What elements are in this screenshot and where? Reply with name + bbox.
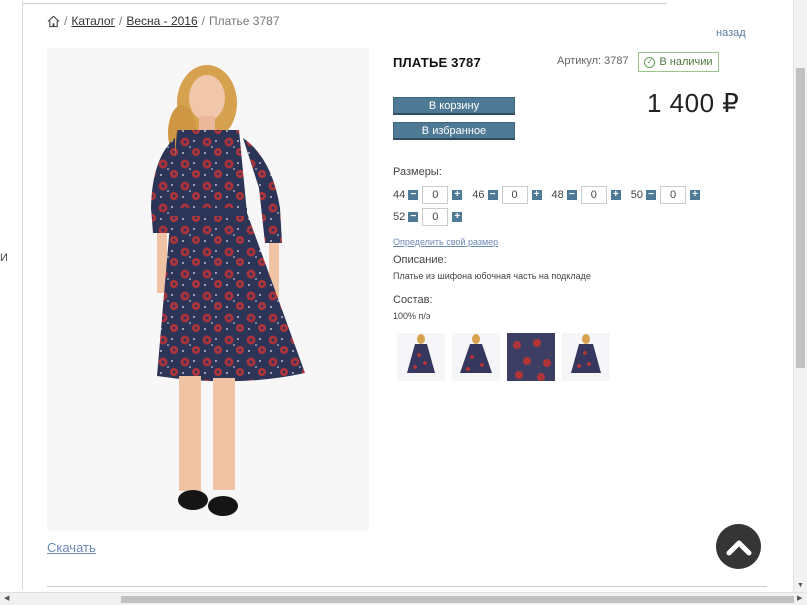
thumbnail-strip — [397, 333, 610, 381]
quantity-input[interactable]: 0 — [660, 186, 686, 204]
breadcrumb-separator: / — [201, 14, 205, 28]
left-border — [22, 0, 23, 590]
product-title: ПЛАТЬЕ 3787 — [393, 55, 481, 70]
thumbnail-illustration — [460, 334, 492, 373]
description-label: Описание: — [393, 254, 447, 266]
breadcrumb-current: Платье 3787 — [209, 14, 280, 28]
plus-button[interactable]: + — [531, 190, 542, 200]
size-item-46: 46 − 0 + — [472, 186, 542, 204]
thumbnail-illustration — [507, 333, 555, 381]
add-to-cart-button[interactable]: В корзину — [393, 97, 515, 115]
size-row: 44 − 0 + 46 − 0 + 48 − 0 + 50 − 0 + — [393, 186, 710, 204]
size-item-44: 44 − 0 + — [393, 186, 463, 204]
thumbnail-illustration — [407, 334, 435, 373]
plus-button[interactable]: + — [690, 190, 700, 200]
description-text: Платье из шифона юбочная часть на подкла… — [393, 271, 591, 281]
scroll-to-top-button[interactable] — [716, 524, 761, 569]
bottom-divider — [47, 586, 767, 587]
breadcrumb-collection[interactable]: Весна - 2016 — [126, 14, 197, 28]
back-link[interactable]: назад — [716, 27, 746, 39]
composition-label: Состав: — [393, 294, 433, 306]
size-label: 44 — [393, 189, 406, 201]
minus-button[interactable]: − — [408, 212, 419, 222]
quantity-input[interactable]: 0 — [501, 186, 528, 204]
minus-button[interactable]: − — [487, 190, 498, 200]
size-item-48: 48 − 0 + — [552, 186, 621, 204]
scroll-right-arrow-icon[interactable]: ▶ — [797, 594, 802, 602]
add-to-favorites-button[interactable]: В избранное — [393, 122, 515, 140]
size-label: 48 — [551, 189, 564, 201]
plus-button[interactable]: + — [452, 212, 463, 222]
scroll-down-arrow-icon[interactable]: ▼ — [797, 582, 804, 589]
check-icon: ✓ — [644, 56, 656, 68]
size-label: 50 — [630, 189, 643, 201]
size-item-50: 50 − 0 + — [631, 186, 700, 204]
chevron-up-icon — [726, 540, 751, 555]
sizes-label: Размеры: — [393, 166, 442, 178]
horizontal-scroll-thumb[interactable] — [121, 596, 794, 603]
breadcrumb-catalog[interactable]: Каталог — [71, 14, 115, 28]
breadcrumb-separator: / — [118, 14, 123, 28]
quantity-input[interactable]: 0 — [422, 208, 449, 226]
find-size-link[interactable]: Определить свой размер — [393, 237, 498, 247]
home-icon[interactable] — [47, 15, 60, 28]
thumbnail-illustration — [571, 334, 601, 373]
plus-button[interactable]: + — [452, 190, 463, 200]
minus-button[interactable]: − — [408, 190, 419, 200]
download-link[interactable]: Скачать — [47, 540, 96, 555]
product-photo-illustration — [151, 65, 305, 516]
horizontal-scrollbar[interactable]: ◀ ▶ — [0, 592, 807, 605]
size-label: 46 — [472, 189, 485, 201]
breadcrumb: / Каталог / Весна - 2016 / Платье 3787 — [47, 14, 280, 28]
quantity-input[interactable]: 0 — [580, 186, 607, 204]
size-item-52: 52 − 0 + — [393, 208, 463, 226]
page: И / Каталог / Весна - 2016 / Платье 3787… — [0, 0, 807, 605]
composition-text: 100% п/э — [393, 311, 431, 321]
minus-button[interactable]: − — [566, 190, 577, 200]
vertical-scrollbar[interactable]: ▼ — [793, 0, 807, 592]
vertical-scroll-thumb[interactable] — [796, 68, 805, 368]
thumbnail[interactable] — [397, 333, 445, 381]
thumbnail[interactable] — [562, 333, 610, 381]
thumbnail[interactable] — [452, 333, 500, 381]
stock-label: В наличии — [659, 56, 713, 68]
scroll-left-arrow-icon[interactable]: ◀ — [4, 594, 9, 602]
thumbnail-selected[interactable] — [507, 333, 555, 381]
size-label: 52 — [393, 211, 406, 223]
size-row: 52 − 0 + — [393, 208, 472, 226]
minus-button[interactable]: − — [646, 190, 656, 200]
product-price: 1 400 ₽ — [647, 88, 740, 118]
breadcrumb-separator: / — [64, 14, 68, 28]
stock-badge: ✓ В наличии — [638, 52, 719, 72]
top-divider — [22, 3, 667, 4]
quantity-input[interactable]: 0 — [422, 186, 449, 204]
product-photo[interactable] — [47, 48, 369, 531]
product-sku: Артикул: 3787 — [557, 55, 629, 67]
plus-button[interactable]: + — [610, 190, 621, 200]
left-cut-text: И — [0, 252, 8, 264]
